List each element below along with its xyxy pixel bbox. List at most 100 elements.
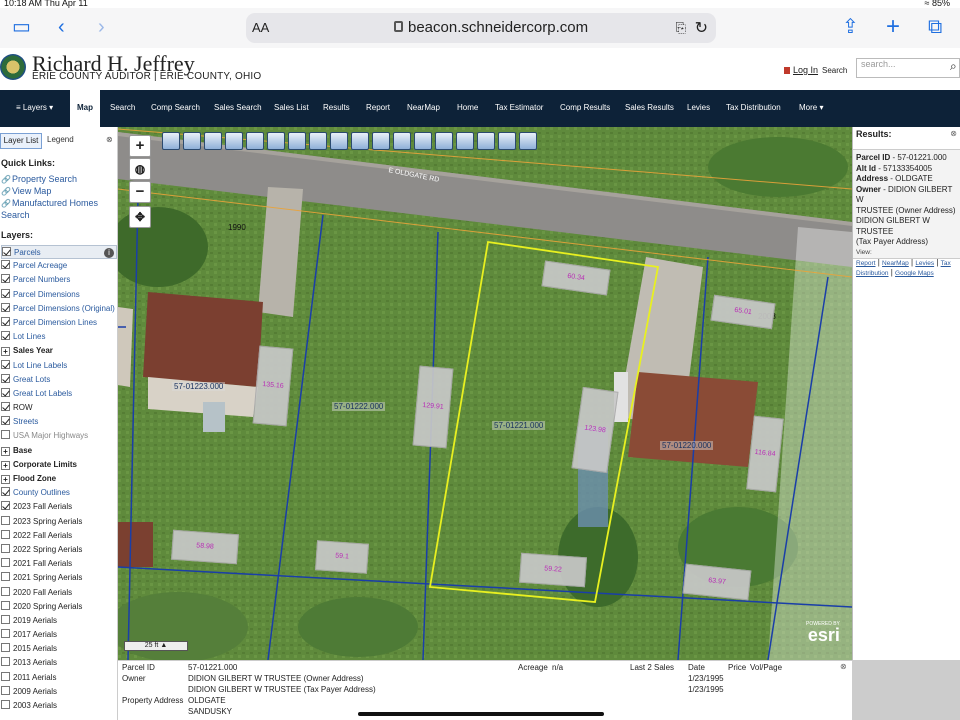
grid-tool-icon[interactable] [456, 132, 474, 150]
nav-search[interactable]: Search [110, 90, 135, 127]
identify-tool-icon[interactable] [162, 132, 180, 150]
expand-icon[interactable]: + [1, 347, 10, 357]
quick-link-view-map[interactable]: 🔗View Map [1, 186, 51, 196]
layer-checkbox[interactable] [1, 515, 10, 525]
nav-tax-estimator[interactable]: Tax Estimator [495, 90, 543, 127]
layer-item[interactable]: Parcel Acreage [1, 259, 117, 273]
layer-checkbox[interactable] [1, 685, 10, 695]
nav-layers[interactable]: ≡ Layers ▾ [16, 90, 53, 127]
pencil-tool-icon[interactable] [435, 132, 453, 150]
sidebar-toggle-icon[interactable]: ▭ [12, 16, 31, 38]
nav-levies[interactable]: Levies [687, 90, 710, 127]
share-icon[interactable]: ⇪ [842, 16, 859, 38]
layer-item[interactable]: 2022 Spring Aerials [1, 543, 117, 557]
export-tool-icon[interactable] [351, 132, 369, 150]
parcel-label[interactable]: 57-01223.000 [172, 382, 226, 391]
layer-item[interactable]: 2019 Aerials [1, 614, 117, 628]
layer-checkbox[interactable] [1, 373, 10, 383]
home-indicator[interactable] [358, 712, 604, 716]
layer-item[interactable]: County Outlines [1, 486, 117, 500]
layer-checkbox[interactable] [1, 643, 10, 653]
select-tool-icon[interactable] [183, 132, 201, 150]
layer-item[interactable]: 2020 Fall Aerials [1, 586, 117, 600]
layer-item[interactable]: Great Lots [1, 373, 117, 387]
layer-checkbox[interactable] [1, 543, 10, 553]
layer-checkbox[interactable] [1, 572, 10, 582]
result-link-google-maps[interactable]: Google Maps [895, 270, 934, 277]
login-link[interactable]: Log In [784, 65, 818, 75]
layer-checkbox[interactable] [1, 402, 10, 412]
layer-item[interactable]: Great Lot Labels [1, 387, 117, 401]
nav-results[interactable]: Results [323, 90, 350, 127]
layer-item[interactable]: + Base [1, 444, 117, 458]
nav-more[interactable]: More ▾ [799, 90, 823, 127]
parcel-label[interactable]: 57-01220.000 [660, 441, 714, 450]
result-link-levies[interactable]: Levies [915, 260, 934, 267]
layer-item[interactable]: Parcel Dimension Lines [1, 316, 117, 330]
layer-item[interactable]: + Corporate Limits [1, 458, 117, 472]
close-icon[interactable]: ⊗ [950, 129, 957, 138]
layer-item[interactable]: 2015 Aerials [1, 642, 117, 656]
zoom-out-button[interactable]: − [129, 181, 151, 203]
layer-checkbox[interactable] [1, 430, 10, 440]
tab-legend[interactable]: Legend [47, 133, 74, 149]
locate-icon[interactable]: ✥ [129, 206, 151, 228]
layer-item[interactable]: 2020 Spring Aerials [1, 600, 117, 614]
layer-checkbox[interactable] [1, 316, 10, 326]
layer-checkbox[interactable] [1, 387, 10, 397]
layer-item[interactable]: Parcel Dimensions (Original) [1, 302, 117, 316]
result-link-report[interactable]: Report [856, 260, 876, 267]
nav-comp-search[interactable]: Comp Search [151, 90, 200, 127]
layer-item[interactable]: + Flood Zone [1, 472, 117, 486]
info-icon[interactable]: i [104, 248, 114, 258]
layer-item[interactable]: 2013 Aerials [1, 656, 117, 670]
address-bar[interactable]: AA beacon.schneidercorp.com ⎘ ↻ [246, 13, 716, 43]
expand-icon[interactable]: + [1, 460, 10, 470]
parcel-label-selected[interactable]: 57-01221.000 [492, 421, 546, 430]
layer-checkbox[interactable] [1, 629, 10, 639]
text-size-button[interactable]: AA [252, 20, 269, 35]
layer-checkbox[interactable] [1, 501, 10, 511]
zoom-in-button[interactable]: + [129, 135, 151, 157]
zoom-tool-icon[interactable] [204, 132, 222, 150]
expand-icon[interactable]: + [1, 446, 10, 456]
quick-link-search[interactable]: Search [1, 210, 30, 220]
tab-layer-list[interactable]: Layer List [0, 133, 42, 149]
nav-sales-search[interactable]: Sales Search [214, 90, 262, 127]
nav-nearmap[interactable]: NearMap [407, 90, 440, 127]
nav-map[interactable]: Map [70, 90, 100, 127]
marker-tool-icon[interactable] [288, 132, 306, 150]
result-card[interactable]: Parcel ID - 57-01221.000 Alt Id - 571333… [853, 149, 960, 277]
layer-item[interactable]: 2023 Fall Aerials [1, 500, 117, 514]
layer-checkbox[interactable] [1, 416, 10, 426]
layer-checkbox[interactable] [1, 586, 10, 596]
print-tool-icon[interactable] [330, 132, 348, 150]
layer-item[interactable]: 2003 Aerials [1, 699, 117, 713]
layer-checkbox[interactable] [1, 260, 10, 270]
layer-checkbox[interactable] [1, 558, 10, 568]
search-icon[interactable]: ⌕ [950, 59, 957, 74]
layer-checkbox[interactable] [1, 700, 10, 709]
settings-tool-icon[interactable] [477, 132, 495, 150]
sales-tool-icon[interactable] [393, 132, 411, 150]
layer-item[interactable]: Parcel Dimensions [1, 288, 117, 302]
layer-checkbox[interactable] [1, 671, 10, 681]
layer-item[interactable]: Parcel Numbers [1, 273, 117, 287]
layer-checkbox[interactable] [2, 247, 11, 256]
refresh-tool-icon[interactable] [498, 132, 516, 150]
measure-tool-icon[interactable] [246, 132, 264, 150]
layer-item[interactable]: Streets [1, 415, 117, 429]
nav-report[interactable]: Report [366, 90, 390, 127]
layer-item[interactable]: Lot Line Labels [1, 359, 117, 373]
layer-checkbox[interactable] [1, 487, 10, 497]
nav-comp-results[interactable]: Comp Results [560, 90, 610, 127]
search-tool-icon[interactable] [414, 132, 432, 150]
layer-item[interactable]: 2022 Fall Aerials [1, 529, 117, 543]
save-tool-icon[interactable] [519, 132, 537, 150]
layer-item[interactable]: USA Major Highways [1, 429, 117, 443]
layer-item[interactable]: Parcels i [1, 245, 117, 260]
layer-item[interactable]: + Sales Year [1, 344, 117, 358]
search-input[interactable]: search... [856, 58, 960, 78]
close-icon[interactable]: ⊗ [106, 135, 113, 144]
layer-checkbox[interactable] [1, 529, 10, 539]
